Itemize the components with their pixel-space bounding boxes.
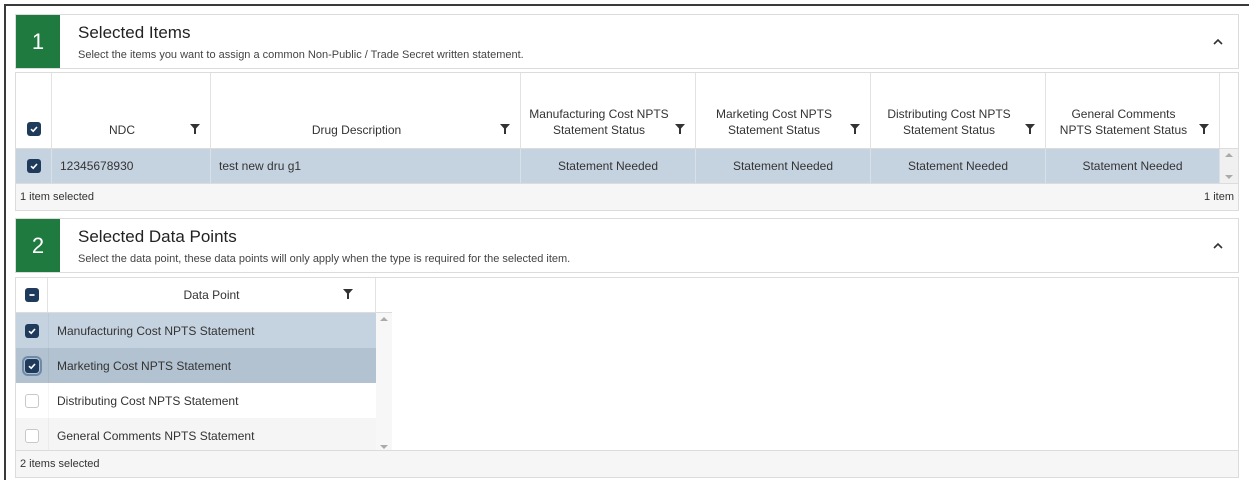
list-item[interactable]: Manufacturing Cost NPTS Statement <box>16 313 376 348</box>
section-subtitle: Select the items you want to assign a co… <box>78 49 524 61</box>
vertical-scrollbar[interactable] <box>1220 149 1238 183</box>
list-item[interactable]: General Comments NPTS Statement <box>16 418 376 453</box>
row-checkbox[interactable] <box>25 323 39 338</box>
col-general-status[interactable]: General Comments NPTS Statement Status <box>1046 73 1220 148</box>
data-point-label: General Comments NPTS Statement <box>48 418 376 453</box>
filter-icon[interactable] <box>190 124 200 134</box>
grid-header: Data Point <box>16 278 392 313</box>
select-all-cell[interactable] <box>16 73 52 148</box>
minus-icon <box>29 294 34 296</box>
list-item[interactable]: Distributing Cost NPTS Statement <box>16 383 376 418</box>
scroll-up-icon[interactable] <box>380 317 388 321</box>
grid-header: NDC Drug Description Manufacturing Cost … <box>16 73 1238 149</box>
col-drug-description[interactable]: Drug Description <box>211 73 521 148</box>
col-marketing-status[interactable]: Marketing Cost NPTS Statement Status <box>696 73 871 148</box>
col-general-label: General Comments NPTS Statement Status <box>1059 107 1188 137</box>
selection-count: 1 item selected <box>20 191 94 203</box>
step-number-badge: 1 <box>16 15 60 68</box>
col-data-point-label: Data Point <box>183 288 240 302</box>
row-checkbox[interactable] <box>25 393 39 408</box>
select-all-checkbox[interactable] <box>26 122 41 136</box>
grid-footer: 1 item selected 1 item <box>16 183 1238 210</box>
data-points-table: Data Point Manufacturing Cost NPTS State… <box>16 278 392 453</box>
col-ndc-label: NDC <box>109 123 135 137</box>
selection-count: 2 items selected <box>20 458 100 470</box>
row-checkbox[interactable] <box>25 428 39 443</box>
section-selected-items: 1 Selected Items Select the items you wa… <box>15 14 1239 69</box>
scroll-down-icon[interactable] <box>1225 175 1233 179</box>
col-ndc[interactable]: NDC <box>52 73 211 148</box>
check-icon <box>28 327 36 334</box>
select-all-cell[interactable] <box>16 278 48 312</box>
cell-ndc: 12345678930 <box>52 149 211 183</box>
cell-general-status: Statement Needed <box>1046 149 1220 183</box>
filter-icon[interactable] <box>343 289 353 299</box>
filter-icon[interactable] <box>1025 124 1035 134</box>
header-scroll-spacer <box>1220 73 1238 148</box>
table-row[interactable]: 12345678930 test new dru g1 Statement Ne… <box>16 149 1238 183</box>
chevron-up-icon[interactable] <box>1210 237 1226 253</box>
cell-marketing-status: Statement Needed <box>696 149 871 183</box>
data-point-label: Manufacturing Cost NPTS Statement <box>48 313 376 348</box>
cell-distributing-status: Statement Needed <box>871 149 1046 183</box>
section-selected-data-points: 2 Selected Data Points Select the data p… <box>15 218 1239 273</box>
select-all-checkbox[interactable] <box>24 288 39 302</box>
section-title: Selected Items <box>78 23 191 42</box>
col-marketing-label: Marketing Cost NPTS Statement Status <box>715 107 833 137</box>
section-subtitle: Select the data point, these data points… <box>78 253 571 265</box>
filter-icon[interactable] <box>1199 124 1209 134</box>
col-data-point[interactable]: Data Point <box>48 278 376 312</box>
selected-items-grid: NDC Drug Description Manufacturing Cost … <box>15 72 1239 211</box>
col-distributing-status[interactable]: Distributing Cost NPTS Statement Status <box>871 73 1046 148</box>
cell-manufacturing-status: Statement Needed <box>521 149 696 183</box>
col-distributing-label: Distributing Cost NPTS Statement Status <box>887 107 1011 137</box>
scroll-up-icon[interactable] <box>1225 153 1233 157</box>
filter-icon[interactable] <box>850 124 860 134</box>
row-checkbox[interactable] <box>22 355 42 376</box>
vertical-scrollbar[interactable] <box>376 313 392 453</box>
chevron-up-icon[interactable] <box>1210 33 1226 49</box>
check-icon <box>28 362 36 369</box>
filter-icon[interactable] <box>675 124 685 134</box>
cell-drug-description: test new dru g1 <box>211 149 521 183</box>
item-count: 1 item <box>1204 191 1234 203</box>
check-icon <box>29 126 38 133</box>
data-points-grid: Data Point Manufacturing Cost NPTS State… <box>15 277 1239 478</box>
row-select-cell[interactable] <box>16 149 52 183</box>
filter-icon[interactable] <box>500 124 510 134</box>
col-manufacturing-label: Manufacturing Cost NPTS Statement Status <box>529 107 669 137</box>
list-item[interactable]: Marketing Cost NPTS Statement <box>16 348 376 383</box>
col-drug-description-label: Drug Description <box>311 123 402 137</box>
section-title: Selected Data Points <box>78 227 237 246</box>
data-point-label: Distributing Cost NPTS Statement <box>48 383 376 418</box>
data-point-label: Marketing Cost NPTS Statement <box>48 348 376 383</box>
row-checkbox[interactable] <box>26 159 41 173</box>
step-number-badge: 2 <box>16 219 60 272</box>
col-manufacturing-status[interactable]: Manufacturing Cost NPTS Statement Status <box>521 73 696 148</box>
scroll-down-icon[interactable] <box>380 445 388 449</box>
check-icon <box>29 163 38 170</box>
grid-footer: 2 items selected <box>16 450 1238 477</box>
